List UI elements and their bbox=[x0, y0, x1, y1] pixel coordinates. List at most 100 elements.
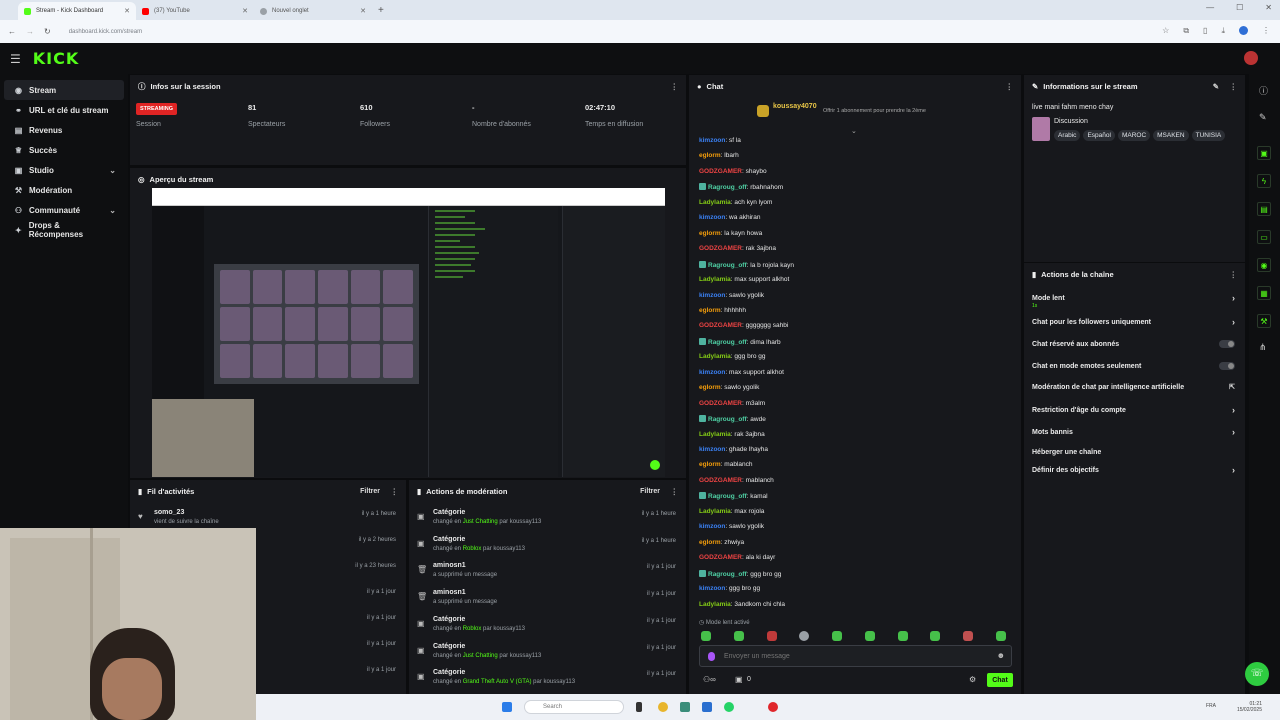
stream-tag[interactable]: MAROC bbox=[1117, 130, 1151, 141]
chat-username[interactable]: eglorm bbox=[699, 307, 721, 314]
chat-message[interactable]: GODZGAMER: mablanch bbox=[699, 477, 774, 484]
emote-icon[interactable] bbox=[864, 631, 875, 641]
sidepanel-icon[interactable]: ▯ bbox=[1203, 26, 1207, 36]
chat-message[interactable]: kimzoon: sawlo ygolik bbox=[699, 523, 764, 530]
chat-username[interactable]: Ragroug_off bbox=[708, 262, 747, 269]
bookmark-star-icon[interactable]: ☆ bbox=[1162, 26, 1169, 36]
moderation-row[interactable]: ▣ Catégorie changé en Roblox par koussay11… bbox=[409, 611, 686, 637]
chat-username[interactable]: Ladylamia bbox=[699, 508, 731, 515]
edit-layout-icon[interactable]: ✎ bbox=[1259, 112, 1267, 123]
channel-action-item[interactable]: Mots bannis › bbox=[1032, 423, 1235, 441]
maximize-icon[interactable]: ☐ bbox=[1236, 3, 1243, 12]
chat-message[interactable]: kimzoon: ghade lhayha bbox=[699, 446, 768, 453]
new-tab-icon[interactable]: + bbox=[378, 5, 384, 16]
channel-action-item[interactable]: Restriction d'âge du compte › bbox=[1032, 401, 1235, 419]
chat-message[interactable]: GODZGAMER: rak 3ajbna bbox=[699, 245, 776, 252]
sidebar-item-revenue[interactable]: ▤ Revenus bbox=[4, 120, 124, 140]
chat-message[interactable]: Ragroug_off: dima lharb bbox=[699, 337, 781, 346]
more-options-icon[interactable]: ⋮ bbox=[671, 82, 679, 91]
whatsapp-icon[interactable] bbox=[724, 702, 734, 712]
system-clock[interactable]: 01:21 15/02/2025 bbox=[1237, 701, 1262, 713]
chat-username[interactable]: eglorm bbox=[699, 152, 721, 159]
opera-icon[interactable] bbox=[768, 702, 778, 712]
chat-message[interactable]: eglorm: hhhhhh bbox=[699, 307, 746, 314]
chat-username[interactable]: kimzoon bbox=[699, 292, 725, 299]
share-icon[interactable]: ⋔ bbox=[1259, 342, 1267, 353]
browser-menu-icon[interactable]: ⋮ bbox=[1262, 26, 1270, 36]
chat-username[interactable]: eglorm bbox=[699, 461, 721, 468]
close-tab-icon[interactable]: ✕ bbox=[124, 7, 130, 15]
lightning-icon[interactable]: ϟ bbox=[1257, 174, 1271, 188]
extensions-icon[interactable]: ⧉ bbox=[1183, 26, 1189, 36]
chat-username[interactable]: GODZGAMER bbox=[699, 554, 742, 561]
chat-username[interactable]: Ragroug_off bbox=[708, 571, 747, 578]
chat-username[interactable]: kimzoon bbox=[699, 446, 725, 453]
chat-message[interactable]: GODZGAMER: m3alm bbox=[699, 400, 765, 407]
chat-icon[interactable]: ▭ bbox=[1257, 230, 1271, 244]
sidebar-item-drops[interactable]: ✦ Drops & Récompenses bbox=[4, 220, 124, 240]
chat-users-icon[interactable]: ⚇∞ bbox=[703, 675, 716, 684]
forward-icon[interactable]: → bbox=[26, 27, 34, 36]
chat-message[interactable]: kimzoon: sf la bbox=[699, 137, 741, 144]
browser-tab-youtube[interactable]: (37) YouTube ✕ bbox=[136, 2, 254, 20]
moderation-row[interactable]: ▣ Catégorie changé en Just Chatting par ko… bbox=[409, 638, 686, 664]
close-tab-icon[interactable]: ✕ bbox=[360, 7, 366, 15]
chat-message[interactable]: GODZGAMER: shaybo bbox=[699, 168, 767, 175]
user-avatar[interactable] bbox=[1244, 51, 1258, 65]
notes-icon[interactable]: ▤ bbox=[1257, 202, 1271, 216]
chat-username[interactable]: eglorm bbox=[699, 384, 721, 391]
url-field[interactable]: dashboard.kick.com/stream bbox=[69, 29, 142, 35]
chat-message[interactable]: kimzoon: ggg bro gg bbox=[699, 585, 760, 592]
channel-action-item[interactable]: Mode lent 1s › bbox=[1032, 289, 1235, 309]
sidebar-item-stream[interactable]: ◉ Stream bbox=[4, 80, 124, 100]
stream-tag[interactable]: Español bbox=[1083, 130, 1115, 141]
store-icon[interactable] bbox=[680, 702, 690, 712]
sidebar-item-community[interactable]: ⚇ Communauté ⌄ bbox=[4, 200, 124, 220]
chat-message[interactable]: Ragroug_off: awde bbox=[699, 415, 766, 423]
chat-message[interactable]: eglorm: la kayn howa bbox=[699, 230, 762, 237]
chat-username[interactable]: kimzoon bbox=[699, 137, 725, 144]
language-indicator[interactable]: FRA bbox=[1206, 703, 1216, 709]
chat-message[interactable]: Ragroug_off: la b rojola kayn bbox=[699, 260, 794, 269]
sidebar-item-studio[interactable]: ▣ Studio ⌄ bbox=[4, 160, 124, 180]
timer-icon[interactable]: ▣ bbox=[735, 675, 743, 684]
profile-avatar[interactable] bbox=[1239, 26, 1248, 35]
emote-icon[interactable] bbox=[963, 631, 974, 641]
wrench-icon[interactable]: ⚒ bbox=[1257, 314, 1271, 328]
emote-icon[interactable] bbox=[995, 631, 1006, 641]
chrome-icon[interactable] bbox=[658, 702, 668, 712]
chat-message[interactable]: kimzoon: wa akhiran bbox=[699, 214, 760, 221]
activity-row[interactable]: ♥ somo_23 vient de suivre la chaîne il y a … bbox=[130, 504, 406, 530]
chat-message[interactable]: Ragroug_off: kamal bbox=[699, 492, 768, 500]
chat-username[interactable]: GODZGAMER bbox=[699, 168, 742, 175]
downloads-icon[interactable]: ⤓ bbox=[1221, 26, 1225, 36]
close-window-icon[interactable]: ✕ bbox=[1265, 3, 1272, 12]
reload-icon[interactable]: ↻ bbox=[44, 27, 51, 36]
chat-username[interactable]: GODZGAMER bbox=[699, 245, 742, 252]
calendar-icon[interactable]: ▦ bbox=[1257, 286, 1271, 300]
moderation-row[interactable]: 🗑 aminosn1 a supprimé un message il y a 1 j… bbox=[409, 557, 686, 583]
more-options-icon[interactable]: ⋮ bbox=[391, 487, 399, 496]
more-options-icon[interactable]: ⋮ bbox=[1230, 82, 1238, 91]
emote-icon[interactable] bbox=[733, 631, 744, 641]
sidebar-item-moderation[interactable]: ⚒ Modération bbox=[4, 180, 124, 200]
chat-message[interactable]: Ladylamia: ach kyn lyom bbox=[699, 199, 772, 206]
emote-icon[interactable] bbox=[766, 631, 777, 641]
chat-username[interactable]: Ragroug_off bbox=[708, 339, 747, 346]
stream-tag[interactable]: Arabic bbox=[1054, 130, 1081, 141]
channel-action-item[interactable]: Définir des objectifs › bbox=[1032, 461, 1235, 479]
moderation-row[interactable]: ▣ Catégorie changé en Just Chatting par ko… bbox=[409, 504, 686, 530]
close-tab-icon[interactable]: ✕ bbox=[242, 7, 248, 15]
chat-message[interactable]: kimzoon: sawlo ygolik bbox=[699, 292, 764, 299]
chat-username[interactable]: Ragroug_off bbox=[708, 184, 747, 191]
help-icon[interactable]: ⓘ bbox=[1259, 84, 1268, 97]
chat-message-input[interactable] bbox=[700, 646, 1011, 666]
sidebar-item-achievements[interactable]: ♕ Succès bbox=[4, 140, 124, 160]
emote-icon[interactable] bbox=[799, 631, 810, 641]
chat-username[interactable]: GODZGAMER bbox=[699, 322, 742, 329]
chat-username[interactable]: Ragroug_off bbox=[708, 416, 747, 423]
stream-tag[interactable]: TUNISIA bbox=[1191, 130, 1226, 141]
chat-support-button[interactable]: ☏ bbox=[1245, 662, 1269, 686]
chat-username[interactable]: Ladylamia bbox=[699, 353, 731, 360]
chat-username[interactable]: kimzoon bbox=[699, 369, 725, 376]
